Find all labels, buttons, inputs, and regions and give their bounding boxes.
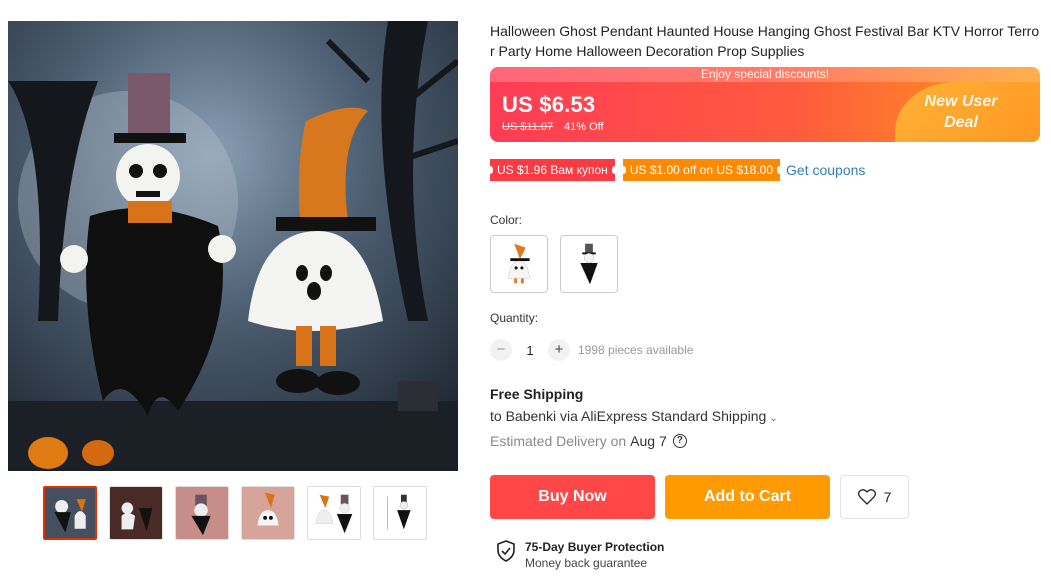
delivery-date: Aug 7 — [630, 433, 667, 449]
coupon-badge-1[interactable]: US $1.96 Вам купон — [487, 159, 618, 181]
quantity-value[interactable]: 1 — [512, 343, 548, 358]
wishlist-count: 7 — [883, 489, 892, 505]
thumbnail-strip — [43, 486, 427, 540]
color-options — [490, 235, 618, 293]
color-label: Color: — [490, 213, 523, 227]
quantity-increase-button[interactable]: + — [548, 339, 570, 361]
coupon-row: US $1.96 Вам купон US $1.00 off on US $1… — [487, 159, 865, 181]
deal-line-1: New User — [924, 93, 998, 110]
shield-check-icon — [497, 540, 515, 562]
quantity-stepper: − 1 + 1998 pieces available — [490, 339, 693, 361]
halloween-ghosts-image — [8, 21, 458, 471]
quantity-label: Quantity: — [490, 311, 539, 325]
thumbnail-5[interactable] — [307, 486, 361, 540]
protection-subtitle: Money back guarantee — [525, 556, 648, 570]
buyer-protection: 75-Day Buyer Protection Money back guara… — [496, 540, 664, 570]
new-user-deal-badge[interactable]: New User Deal — [916, 91, 1006, 133]
color-option-black-ghost[interactable] — [560, 235, 618, 293]
thumbnail-6[interactable] — [373, 486, 427, 540]
discount-strip: Enjoy special discounts! — [490, 67, 1040, 82]
estimated-delivery: Estimated Delivery on Aug 7 ? — [490, 433, 687, 449]
quantity-decrease-button[interactable]: − — [490, 339, 512, 361]
quantity-available: 1998 pieces available — [578, 343, 694, 357]
thumbnail-1[interactable] — [43, 486, 97, 540]
main-product-image[interactable] — [8, 21, 458, 471]
shipping-method-text: to Babenki via AliExpress Standard Shipp… — [490, 408, 767, 424]
color-option-white-ghost[interactable] — [490, 235, 548, 293]
help-icon[interactable]: ? — [672, 434, 687, 448]
get-coupons-link[interactable]: Get coupons — [786, 162, 865, 178]
coupon-badge-2[interactable]: US $1.00 off on US $18.00 — [619, 159, 784, 181]
add-to-cart-button[interactable]: Add to Cart — [665, 475, 830, 519]
discount-percent: 41% Off — [564, 121, 604, 133]
thumbnail-4[interactable] — [241, 486, 295, 540]
delivery-label: Estimated Delivery on — [490, 433, 627, 449]
original-price: US $11.07 — [502, 121, 554, 133]
heart-icon — [857, 489, 876, 505]
wishlist-button[interactable]: 7 — [840, 475, 909, 519]
protection-title: 75-Day Buyer Protection — [525, 540, 665, 554]
current-price: US $6.53 — [502, 92, 596, 117]
chevron-down-icon[interactable]: ⌄ — [769, 413, 777, 424]
white-ghost-icon — [508, 243, 530, 284]
thumbnail-2[interactable] — [109, 486, 163, 540]
price-banner: Enjoy special discounts! US $6.53 US $11… — [490, 67, 1040, 142]
product-title: Halloween Ghost Pendant Haunted House Ha… — [490, 23, 1040, 59]
deal-line-2: Deal — [944, 114, 978, 131]
thumbnail-3[interactable] — [175, 486, 229, 540]
shipping-title: Free Shipping — [490, 386, 584, 402]
black-ghost-icon — [580, 243, 598, 285]
shipping-method[interactable]: to Babenki via AliExpress Standard Shipp… — [490, 408, 778, 424]
buy-now-button[interactable]: Buy Now — [490, 475, 655, 519]
